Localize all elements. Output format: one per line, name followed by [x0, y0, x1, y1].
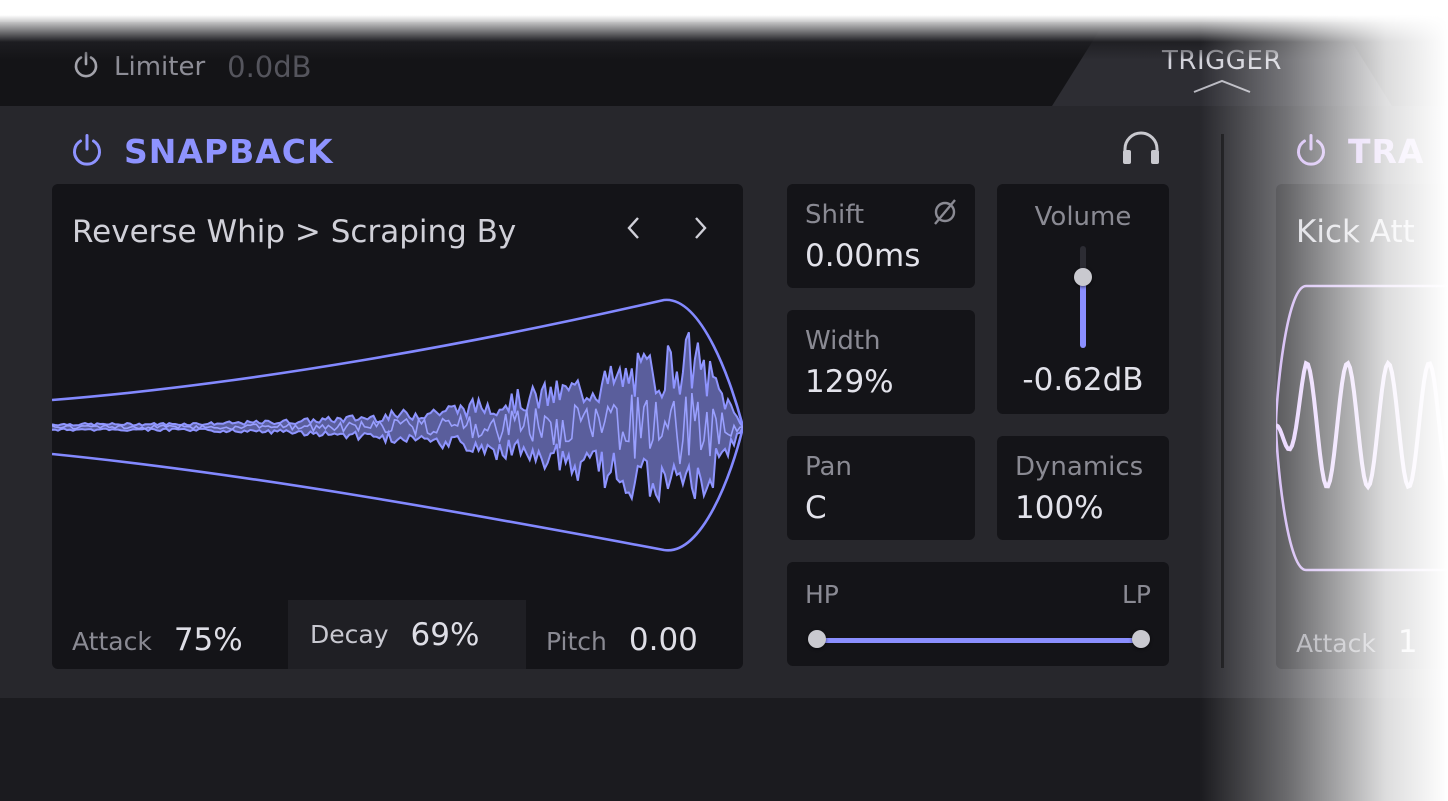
decay-param[interactable]: Decay 69% — [288, 600, 526, 669]
plugin-window: Limiter 0.0dB TRIGGER SNAPBACK Reverse W… — [0, 22, 1448, 801]
pan-card[interactable]: Pan C — [787, 436, 975, 540]
filter-range-track[interactable] — [817, 638, 1141, 643]
volume-slider-fill — [1080, 276, 1086, 348]
pan-label: Pan — [805, 452, 852, 482]
headphones-icon[interactable] — [1120, 130, 1162, 170]
volume-slider-thumb[interactable] — [1074, 267, 1092, 286]
snapback-header: SNAPBACK — [70, 132, 334, 171]
limiter-label: Limiter — [114, 52, 206, 82]
second-envelope — [1276, 284, 1448, 572]
pitch-value[interactable]: 0.00 — [629, 622, 698, 658]
lp-slider-thumb[interactable] — [1132, 630, 1150, 648]
filter-card[interactable]: HP LP — [787, 562, 1169, 666]
pitch-label: Pitch — [546, 627, 607, 656]
section-divider — [1221, 134, 1224, 668]
width-card[interactable]: Width 129% — [787, 310, 975, 414]
limiter-power-icon[interactable] — [72, 51, 100, 83]
attack-value[interactable]: 75% — [174, 622, 243, 658]
second-attack-param[interactable]: Attack 1 — [1296, 624, 1418, 660]
dynamics-label: Dynamics — [1015, 452, 1144, 482]
chevron-left-icon[interactable] — [624, 214, 644, 246]
second-layer-title: TRA — [1348, 132, 1425, 171]
phase-invert-icon[interactable] — [931, 198, 959, 230]
decay-value[interactable]: 69% — [411, 617, 480, 653]
shift-value[interactable]: 0.00ms — [805, 238, 920, 274]
volume-card[interactable]: Volume -0.62dB — [997, 184, 1169, 414]
shift-card[interactable]: Shift 0.00ms — [787, 184, 975, 288]
chevron-up-icon[interactable] — [1192, 78, 1252, 98]
second-layer-power-icon[interactable] — [1294, 133, 1328, 171]
waveform-graphic — [52, 298, 743, 552]
hp-label: HP — [805, 580, 839, 609]
volume-label: Volume — [1034, 202, 1132, 232]
snapback-title: SNAPBACK — [124, 132, 334, 171]
lp-label: LP — [1121, 580, 1151, 609]
volume-value[interactable]: -0.62dB — [997, 362, 1169, 398]
decay-label: Decay — [310, 620, 389, 649]
second-attack-label: Attack — [1296, 629, 1376, 658]
second-waveform-trace — [1276, 359, 1448, 491]
attack-param[interactable]: Attack 75% — [72, 622, 243, 658]
trigger-tab-label[interactable]: TRIGGER — [1052, 46, 1392, 76]
second-layer-header: TRA — [1294, 132, 1424, 171]
waveform-display[interactable]: Reverse Whip > Scraping By Attack 75% De… — [52, 184, 743, 669]
param-row: Attack 75% Decay 69% Pitch 0.00 — [52, 600, 743, 669]
hp-slider-thumb[interactable] — [808, 630, 826, 648]
second-preset-name[interactable]: Kick Att — [1296, 214, 1415, 250]
second-waveform-display[interactable]: Kick Att Attack 1 — [1276, 184, 1448, 669]
preset-name[interactable]: Reverse Whip > Scraping By — [72, 214, 516, 250]
pitch-param[interactable]: Pitch 0.00 — [546, 622, 698, 658]
shift-label: Shift — [805, 200, 865, 230]
second-waveform-graphic — [1276, 284, 1448, 572]
pan-value[interactable]: C — [805, 490, 827, 526]
width-label: Width — [805, 326, 881, 356]
chevron-right-icon[interactable] — [690, 214, 710, 246]
top-bar: Limiter 0.0dB TRIGGER — [0, 22, 1448, 106]
dynamics-value[interactable]: 100% — [1015, 490, 1104, 526]
limiter-control[interactable]: Limiter 0.0dB — [72, 50, 312, 84]
width-value[interactable]: 129% — [805, 364, 894, 400]
snapback-power-icon[interactable] — [70, 133, 104, 171]
bottom-area — [0, 698, 1448, 801]
second-attack-value[interactable]: 1 — [1398, 624, 1418, 660]
dynamics-card[interactable]: Dynamics 100% — [997, 436, 1169, 540]
attack-label: Attack — [72, 627, 152, 656]
limiter-value[interactable]: 0.0dB — [227, 50, 311, 84]
volume-slider-track[interactable] — [1080, 246, 1086, 348]
